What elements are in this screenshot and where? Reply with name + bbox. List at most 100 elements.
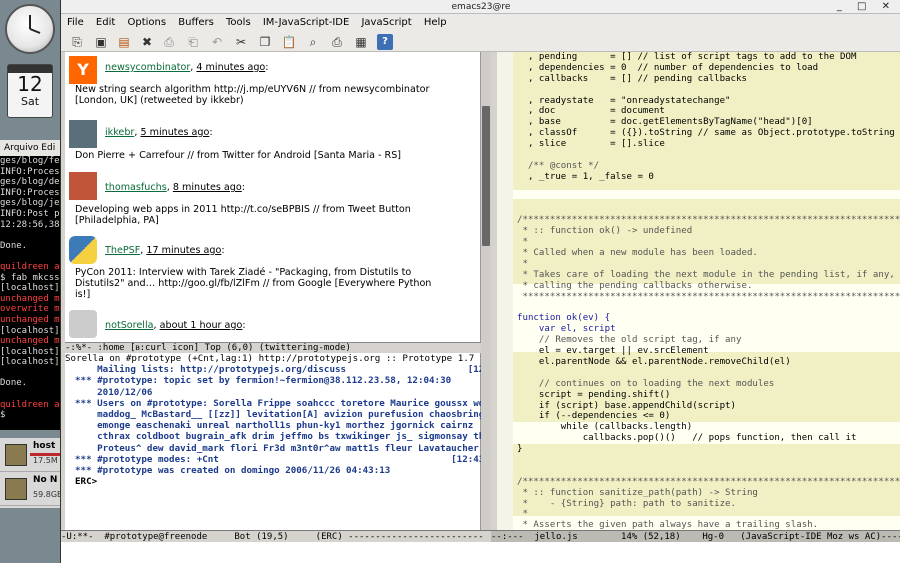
erc-line: maddog_ McBastard__ [[zz]] levitation[A]… <box>75 409 481 421</box>
tweet-body: [London, UK] (retweeted by ikkebr) <box>75 95 244 106</box>
erc-prompt[interactable]: ERC> <box>65 476 481 487</box>
tweet-header: newsycombinator, 4 minutes ago: <box>105 62 269 73</box>
erc-buffer[interactable]: Sorella on #prototype (+Cnt,lag:1) http:… <box>65 353 481 530</box>
tweet-user[interactable]: thomasfuchs <box>105 182 167 193</box>
chat-name: No N <box>33 475 58 485</box>
code-line: // Removes the old script tag, if any <box>517 335 742 346</box>
terminal-line: quildreen at <box>0 399 60 410</box>
undo-icon[interactable]: ↶ <box>209 34 225 50</box>
menu-im-javascript-ide[interactable]: IM-JavaScript-IDE <box>263 17 349 28</box>
tweet-time[interactable]: 17 minutes ago <box>146 245 221 256</box>
tweet-body: [Philadelphia, PA] <box>75 215 159 226</box>
open-folder-icon[interactable]: ▣ <box>93 34 109 50</box>
tweet-user[interactable]: ThePSF <box>105 245 140 256</box>
paste-icon[interactable]: 📋 <box>281 34 297 50</box>
minibuffer[interactable] <box>61 542 900 563</box>
code-line: * <box>517 258 528 269</box>
tweet-body: Developing web apps in 2011 http://t.co/… <box>75 204 411 215</box>
copy-icon[interactable]: ❐ <box>257 34 273 50</box>
code-line: * <box>517 509 528 520</box>
calendar-icon[interactable]: 12 Sat <box>7 64 53 118</box>
code-line: script = pending.shift() <box>517 389 671 400</box>
erc-line: emonge easchenaki unreal nartholl1s phun… <box>75 420 474 432</box>
help-icon[interactable]: ? <box>377 34 393 50</box>
terminal-menubar[interactable]: Arquivo Edi <box>0 140 60 156</box>
tweet-user[interactable]: notSorella <box>105 320 154 331</box>
menu-buffers[interactable]: Buffers <box>178 17 214 28</box>
terminal-window[interactable]: ges/blog/fe INFO:Process ges/blog/de INFO:P… <box>0 140 60 430</box>
tweet-time[interactable]: about 1 hour ago <box>160 320 243 331</box>
code-line: if (script) base.appendChild(script) <box>517 400 736 411</box>
code-line: * calling the pending callbacks otherwis… <box>517 280 753 291</box>
tweet-user[interactable]: ikkebr <box>105 127 134 138</box>
code-line: , pending = [] // list of script tags to… <box>517 52 857 62</box>
code-line: * :: function sanitize_path(path) -> Str… <box>517 487 758 498</box>
chat-size: 59.8GB <box>33 490 60 499</box>
window-buttons[interactable]: _ □ ✕ <box>837 0 896 14</box>
print-icon[interactable]: ⎙ <box>329 34 345 50</box>
terminal-line: Done. <box>0 378 28 389</box>
menu-javascript[interactable]: JavaScript <box>361 17 411 28</box>
tweet-user[interactable]: newsycombinator <box>105 62 190 73</box>
save-as-icon[interactable]: ⎗ <box>185 34 201 50</box>
terminal-line: overwrite ma <box>0 304 60 315</box>
avatar: Y <box>69 56 97 84</box>
chat-name: host <box>33 441 56 451</box>
tweet-body: is!] <box>75 289 91 300</box>
scrollbar-thumb[interactable] <box>482 106 490 246</box>
avatar <box>69 120 97 148</box>
preferences-icon[interactable]: ▦ <box>353 34 369 50</box>
menu-help[interactable]: Help <box>424 17 447 28</box>
code-line: * - {String} path: path to sanitize. <box>517 498 736 509</box>
chat-size: 17.5M <box>33 456 58 465</box>
chat-item[interactable]: host 17.5M <box>0 438 60 472</box>
menu-edit[interactable]: Edit <box>96 17 115 28</box>
toolbar: ⎘ ▣ ▤ ✖ ⎙ ⎗ ↶ ✂ ❐ 📋 ⌕ ⎙ ▦ ? <box>61 32 900 52</box>
tweet-time[interactable]: 5 minutes ago <box>140 127 209 138</box>
scrollbar[interactable] <box>481 52 491 530</box>
code-line: function ok(ev) { <box>517 313 611 324</box>
editor-modeline[interactable]: --:--- jello.js 14% (52,18) Hg-0 (JavaSc… <box>491 530 900 542</box>
terminal-line: $ <box>0 410 11 421</box>
terminal-line: 12:28:56,382 <box>0 219 60 230</box>
code-line: ****************************************… <box>517 291 900 302</box>
chat-item[interactable]: No N 59.8GB <box>0 472 60 506</box>
code-line: , classOf = ({}).toString // same as Obj… <box>517 128 895 139</box>
terminal-line: INFO:Post pu <box>0 208 60 219</box>
code-line: el = ev.target || ev.srcElement <box>517 346 709 357</box>
clock-icon[interactable] <box>5 4 55 54</box>
tweet-time[interactable]: 4 minutes ago <box>196 62 265 73</box>
code-line: * Takes care of loading the next module … <box>517 269 900 280</box>
open-dired-icon[interactable]: ▤ <box>116 34 132 50</box>
tweet-body: Don Pierre + Carrefour // from Twitter f… <box>75 150 402 161</box>
code-line: /***************************************… <box>517 215 900 226</box>
twittering-buffer[interactable]: Y newsycombinator, 4 minutes ago: New st… <box>65 52 481 342</box>
terminal-line: ges/blog/je <box>0 198 60 209</box>
new-file-icon[interactable]: ⎘ <box>69 34 85 50</box>
tweet-time[interactable]: 8 minutes ago <box>173 182 242 193</box>
menu-options[interactable]: Options <box>127 17 166 28</box>
menu-tools[interactable]: Tools <box>226 17 251 28</box>
save-icon[interactable]: ⎙ <box>161 34 177 50</box>
twittering-modeline[interactable]: -:%*- :home [ᴃ:curl icon] Top (6,0) (twi… <box>65 342 481 353</box>
menubar: File Edit Options Buffers Tools IM-JavaS… <box>61 14 900 32</box>
avatar <box>69 172 97 200</box>
left-pane: Y newsycombinator, 4 minutes ago: New st… <box>65 52 481 530</box>
menu-file[interactable]: File <box>67 17 84 28</box>
close-icon[interactable]: ✖ <box>139 34 155 50</box>
cut-icon[interactable]: ✂ <box>233 34 249 50</box>
code-editor[interactable]: , pending = [] // list of script tags to… <box>497 52 900 530</box>
terminal-line: quildreen at <box>0 261 60 272</box>
code-line: while (callbacks.length) <box>517 422 693 433</box>
terminal-line: INFO:Process <box>0 187 60 198</box>
code-line: var el, script <box>517 324 616 335</box>
search-icon[interactable]: ⌕ <box>305 34 321 50</box>
tweet-header: notSorella, about 1 hour ago: <box>105 320 246 331</box>
